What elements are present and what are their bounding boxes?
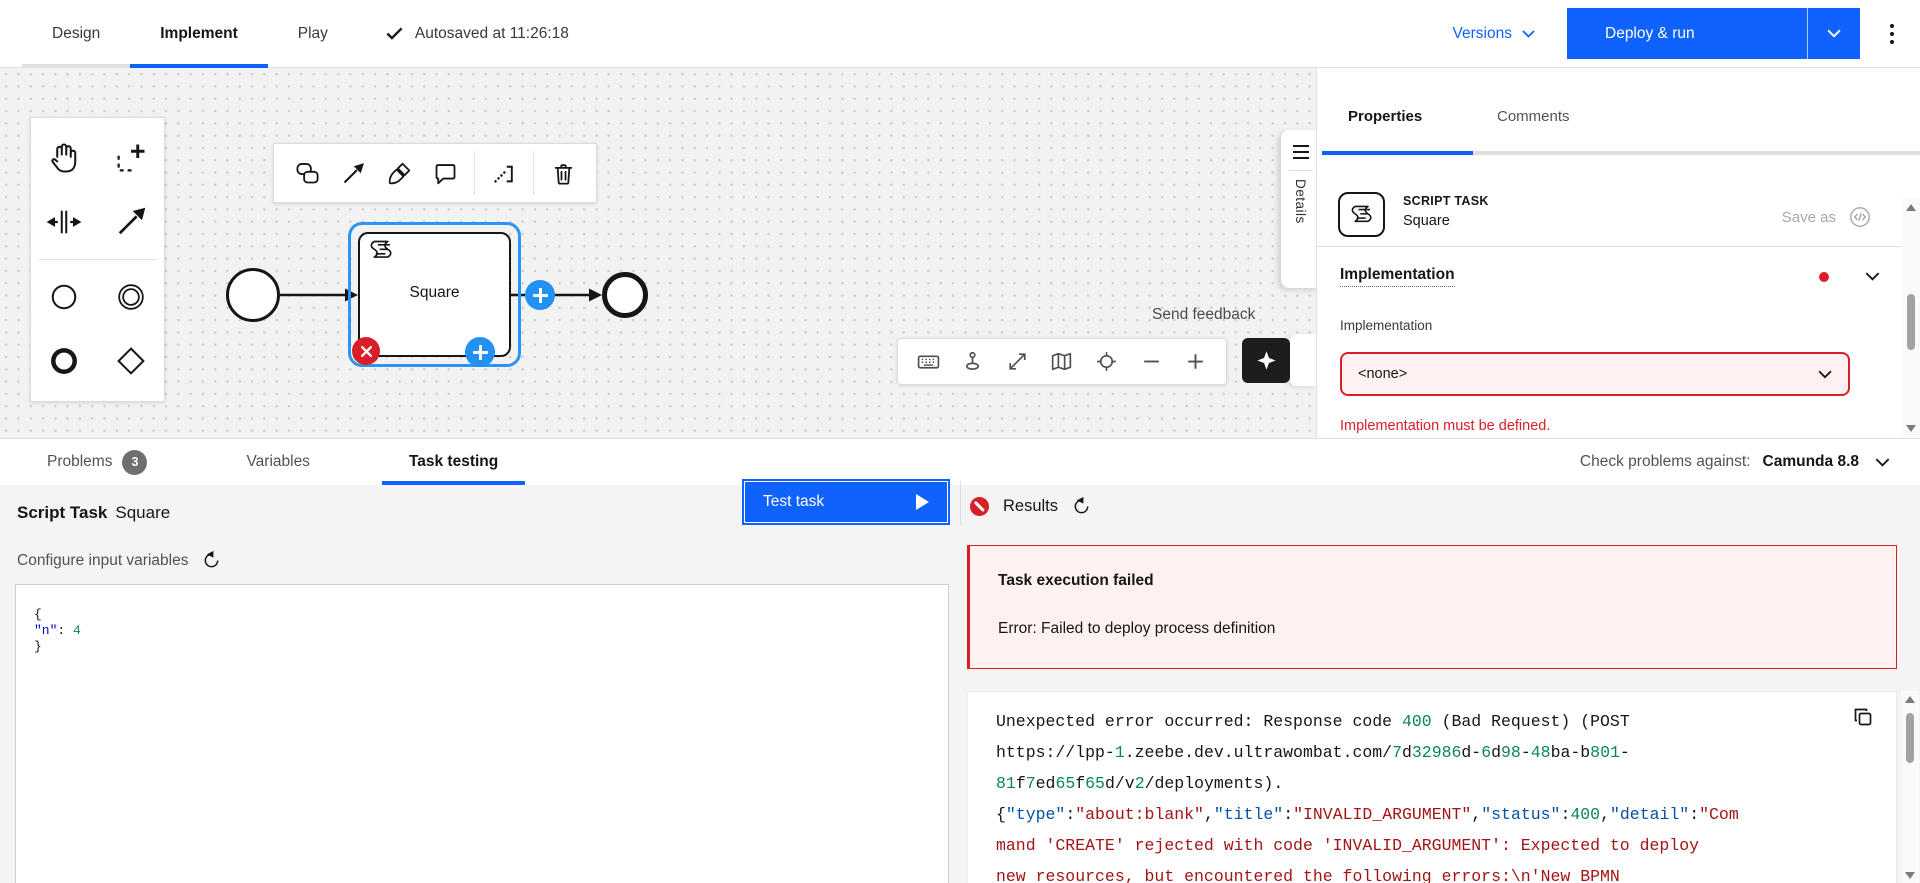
element-type-label: SCRIPT TASK: [1403, 194, 1489, 208]
results-header: Results: [970, 497, 1091, 516]
start-event[interactable]: [226, 268, 280, 322]
ai-copilot-button[interactable]: [1242, 338, 1290, 383]
heading-name: Square: [115, 503, 170, 522]
top-bar-actions: Versions Deploy & run: [1453, 0, 1920, 67]
script-icon: [368, 240, 395, 261]
heading-type: Script Task: [17, 503, 107, 522]
input-variables-editor[interactable]: { "n": 4}: [15, 584, 949, 883]
properties-panel: Properties Comments SCRIPT TASK Square S…: [1316, 68, 1920, 438]
problems-count-badge: 3: [122, 450, 147, 475]
camunda-modeler-window: Design Implement Play Autosaved at 11:26…: [0, 0, 1920, 883]
implementation-group-header[interactable]: Implementation: [1340, 266, 1880, 287]
element-name-label: Square: [1403, 213, 1450, 229]
reset-icon[interactable]: [202, 551, 221, 570]
implementation-field-label: Implementation: [1340, 318, 1432, 333]
tab-underline-active: [1322, 151, 1473, 155]
engine-version-select[interactable]: Camunda 8.8: [1763, 453, 1890, 471]
play-icon: [916, 494, 929, 510]
tab-play[interactable]: Play: [268, 0, 358, 67]
copy-icon[interactable]: [1847, 701, 1879, 733]
minimap-icon[interactable]: [1044, 342, 1080, 382]
script-task-icon: [1338, 192, 1385, 237]
insert-element-button[interactable]: [525, 280, 555, 310]
tab-design[interactable]: Design: [22, 0, 130, 67]
copilot-flyout-tab: [1290, 334, 1316, 386]
top-bar: Design Implement Play Autosaved at 11:26…: [0, 0, 1920, 68]
versions-button[interactable]: Versions: [1453, 25, 1535, 43]
tab-implement[interactable]: Implement: [130, 0, 268, 67]
error-icon: [970, 497, 989, 516]
implementation-error-text: Implementation must be defined.: [1340, 418, 1550, 434]
autosave-status: Autosaved at 11:26:18: [386, 0, 569, 67]
configure-input-variables: Configure input variables: [17, 551, 221, 570]
reset-view-icon[interactable]: [1089, 342, 1125, 382]
alert-title: Task execution failed: [998, 572, 1876, 590]
bottom-panel: Problems 3 Variables Task testing Check …: [0, 438, 1920, 883]
reset-icon[interactable]: [1072, 497, 1091, 516]
task-label: Square: [358, 284, 511, 302]
bottom-tab-row: Problems 3 Variables Task testing Check …: [0, 439, 1920, 485]
append-element-button[interactable]: [465, 337, 495, 367]
chevron-down-icon: [1522, 30, 1535, 38]
check-problems-label: Check problems against:: [1580, 453, 1751, 471]
save-as-button[interactable]: Save as: [1782, 205, 1872, 229]
checkmark-icon: [386, 27, 403, 40]
end-event[interactable]: [602, 272, 648, 318]
divider: [1289, 170, 1313, 171]
tab-properties[interactable]: Properties: [1348, 108, 1422, 125]
bpmn-canvas[interactable]: Square Send feedback: [0, 68, 1316, 438]
divider: [1317, 246, 1902, 247]
chevron-down-icon: [1865, 272, 1880, 281]
implementation-select-value: <none>: [1358, 366, 1407, 382]
check-problems-area: Check problems against: Camunda 8.8: [1580, 453, 1890, 471]
task-failed-alert: Task execution failed Error: Failed to d…: [967, 545, 1897, 669]
menu-icon: [1291, 144, 1311, 160]
zoom-out-icon[interactable]: [1133, 342, 1169, 382]
engine-version-value: Camunda 8.8: [1763, 453, 1859, 471]
zoom-in-icon[interactable]: [1178, 342, 1214, 382]
error-dot: [1819, 272, 1829, 282]
details-flyout[interactable]: Details: [1281, 130, 1316, 288]
keyboard-icon[interactable]: [910, 342, 946, 382]
group-title: Implementation: [1340, 266, 1455, 287]
save-as-code-icon: [1848, 205, 1872, 229]
deploy-options-button[interactable]: [1807, 8, 1860, 59]
alert-message: Error: Failed to deploy process definiti…: [998, 620, 1876, 638]
chevron-down-icon: [1818, 370, 1832, 379]
ai-sparkle-icon: [1255, 349, 1278, 372]
mode-tabs: Design Implement Play: [22, 0, 358, 67]
tab-variables[interactable]: Variables: [219, 439, 336, 485]
properties-scrollbar[interactable]: [1902, 198, 1920, 438]
create-anything-icon[interactable]: [955, 342, 991, 382]
details-flyout-label: Details: [1293, 179, 1308, 224]
test-task-button[interactable]: Test task: [742, 479, 950, 525]
task-testing-heading: Script Task Square: [17, 503, 170, 523]
deployment-error-log[interactable]: Unexpected error occurred: Response code…: [967, 691, 1897, 883]
configure-label: Configure input variables: [17, 552, 188, 570]
tab-comments[interactable]: Comments: [1497, 108, 1570, 125]
versions-label: Versions: [1453, 25, 1512, 43]
task-error-badge: [352, 337, 380, 365]
implementation-select[interactable]: <none>: [1340, 352, 1850, 396]
divider: [960, 481, 961, 525]
log-scrollbar[interactable]: [1901, 691, 1919, 883]
results-label: Results: [1003, 497, 1058, 516]
autosave-label: Autosaved at 11:26:18: [415, 25, 569, 43]
canvas-toolbar: [897, 338, 1227, 385]
deploy-split-button: Deploy & run: [1567, 8, 1860, 59]
tab-problems[interactable]: Problems 3: [20, 439, 174, 485]
test-task-label: Test task: [763, 493, 824, 511]
send-feedback-link[interactable]: Send feedback: [1152, 306, 1281, 328]
save-as-label: Save as: [1782, 209, 1836, 226]
overflow-menu-icon[interactable]: [1872, 8, 1912, 59]
fit-viewport-icon[interactable]: [999, 342, 1035, 382]
tab-task-testing[interactable]: Task testing: [382, 439, 525, 485]
chevron-down-icon: [1827, 29, 1841, 38]
problems-label: Problems: [47, 453, 112, 471]
deploy-run-button[interactable]: Deploy & run: [1567, 8, 1807, 59]
